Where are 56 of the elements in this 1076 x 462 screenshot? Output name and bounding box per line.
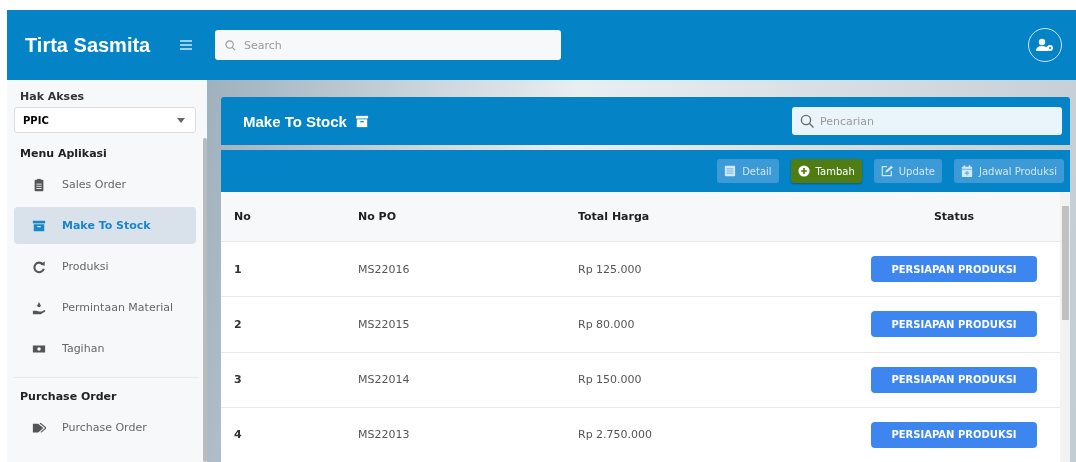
edit-icon	[880, 165, 893, 177]
table-cell: MS22015	[345, 296, 567, 353]
sidebar-item[interactable]: Produksi	[14, 248, 196, 285]
brand-title: Tirta Sasmita	[25, 33, 152, 57]
table-cell: MS22014	[345, 352, 567, 408]
sidebar-item-label: Make To Stock	[62, 219, 151, 232]
table-cell: Rp 80.000	[567, 296, 863, 353]
sidebar-item-label: Purchase Order	[62, 421, 147, 434]
sidebar-item[interactable]: Permintaan Material	[14, 289, 196, 326]
clipboard-icon	[32, 177, 46, 192]
column-header: No	[221, 192, 345, 242]
sidebar-item-label: Sales Order	[62, 178, 127, 191]
user-gear-icon	[1036, 38, 1054, 52]
table-cell: Rp 2.750.000	[567, 407, 863, 462]
section-title: Purchase Order	[19, 390, 118, 403]
caret-icon	[177, 117, 185, 123]
column-header: No PO	[345, 192, 567, 242]
scrollbar-thumb[interactable]	[1062, 206, 1069, 320]
sidebar-item-label: Permintaan Material	[62, 301, 174, 314]
sidebar-item[interactable]: Sales Order	[14, 166, 196, 203]
status-button[interactable]: PERSIAPAN PRODUKSI	[871, 311, 1037, 338]
sidebar-item[interactable]: Purchase Order	[14, 409, 196, 446]
scrollbar[interactable]	[203, 138, 207, 462]
table-cell: 4	[221, 407, 345, 462]
menu-icon[interactable]	[177, 38, 195, 52]
section-title: Menu Aplikasi	[19, 147, 108, 160]
table-cell: 3	[221, 352, 345, 408]
column-header: Total Harga	[567, 192, 863, 242]
toolbar-button[interactable]: Tambah	[790, 159, 862, 183]
sidebar-item[interactable]: Tagihan	[14, 330, 196, 367]
table-cell: MS22016	[345, 241, 567, 297]
status-button[interactable]: PERSIAPAN PRODUKSI	[871, 366, 1037, 393]
plus-circle-icon	[797, 165, 810, 177]
sidebar-item-label: Produksi	[62, 260, 109, 273]
table-cell: MS22013	[345, 407, 567, 462]
tags-icon	[32, 420, 46, 435]
column-header: Status	[863, 192, 1060, 242]
list-icon	[724, 165, 737, 177]
table-cell: Rp 125.000	[567, 241, 863, 297]
table-cell: 1	[221, 241, 345, 297]
redo-icon	[32, 259, 46, 274]
page-title: Make To Stock	[243, 112, 347, 130]
access-select[interactable]: PPIC	[14, 107, 196, 133]
search-field[interactable]: Pencarian	[792, 107, 1062, 135]
status-button[interactable]: PERSIAPAN PRODUKSI	[871, 421, 1037, 448]
calendar-plus-icon	[960, 165, 973, 177]
sidebar-item-label: Tagihan	[62, 342, 105, 355]
sidebar-item[interactable]: Make To Stock	[14, 207, 196, 244]
table-cell: Rp 150.000	[567, 352, 863, 408]
archive-icon	[32, 218, 46, 233]
archive-icon	[354, 114, 369, 128]
access-label: Hak Akses	[19, 90, 86, 103]
search-field[interactable]: Search	[215, 30, 561, 60]
table-cell: 2	[221, 296, 345, 353]
status-button[interactable]: PERSIAPAN PRODUKSI	[871, 256, 1037, 283]
hand-drop-icon	[32, 300, 46, 315]
